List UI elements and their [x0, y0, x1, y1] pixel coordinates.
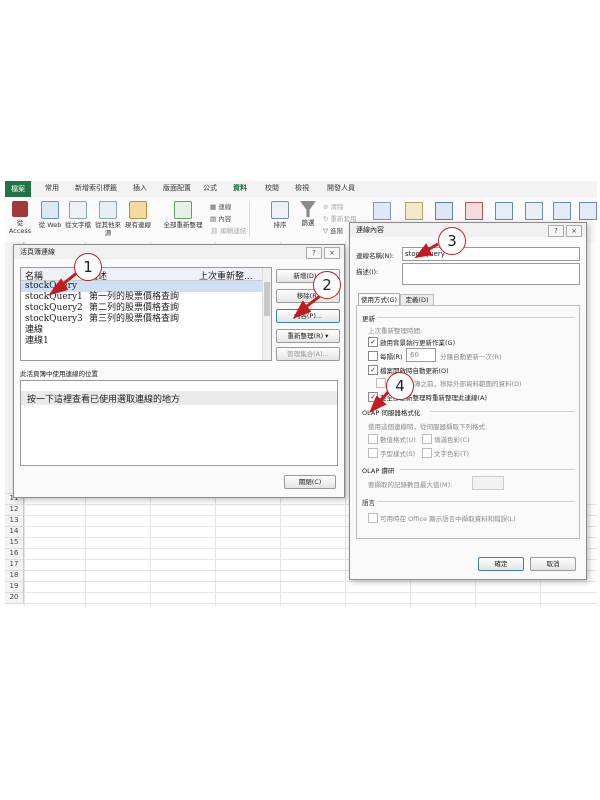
arrow-3-head — [414, 243, 433, 259]
callout-2: 2 — [313, 271, 341, 299]
callout-4: 4 — [386, 372, 414, 400]
callout-1: 1 — [74, 253, 102, 281]
callout-3: 3 — [438, 227, 466, 255]
annotation-arrows — [48, 242, 439, 414]
